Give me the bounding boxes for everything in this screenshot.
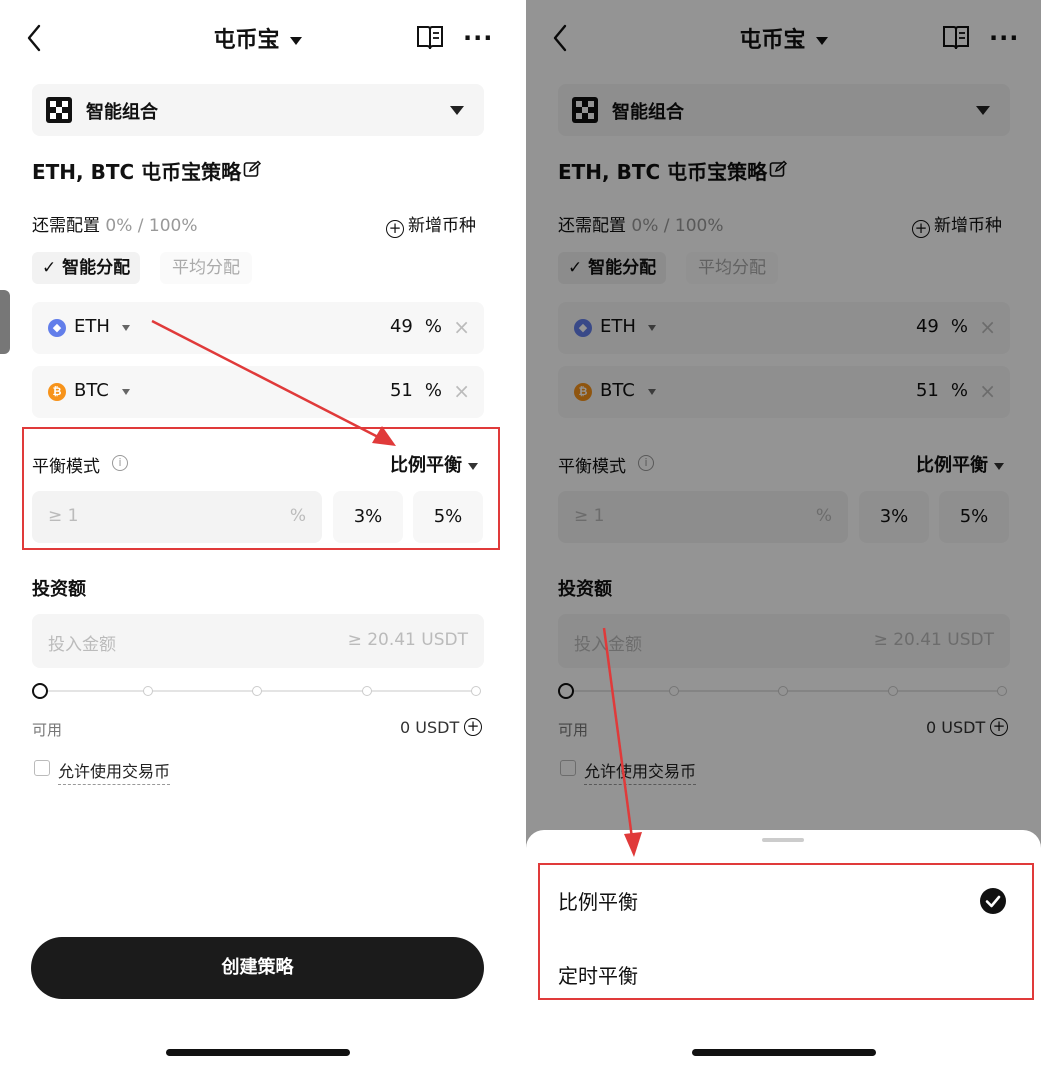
slider-knob[interactable] bbox=[32, 683, 48, 699]
slider-step[interactable] bbox=[252, 686, 262, 696]
average-allocation-tab[interactable]: 平均分配 bbox=[160, 252, 252, 284]
slider-step[interactable] bbox=[362, 686, 372, 696]
threshold-chip-3[interactable]: 3% bbox=[333, 491, 403, 543]
threshold-placeholder: ≥ 1 bbox=[48, 506, 79, 526]
highlight-box bbox=[538, 863, 1034, 1000]
home-indicator bbox=[692, 1049, 876, 1056]
coin-symbol: ETH bbox=[74, 316, 110, 337]
balance-mode-dropdown[interactable]: 比例平衡 bbox=[390, 451, 478, 477]
selector-caret-icon bbox=[450, 106, 464, 115]
title-chevron-down-icon bbox=[289, 37, 302, 45]
slider-step[interactable] bbox=[471, 686, 481, 696]
chevron-down-icon bbox=[468, 462, 478, 470]
selector-label: 智能组合 bbox=[86, 102, 158, 123]
home-indicator bbox=[166, 1049, 350, 1056]
create-strategy-button[interactable]: 创建策略 bbox=[31, 937, 484, 999]
deposit-plus-icon[interactable]: + bbox=[464, 718, 482, 736]
more-icon[interactable]: ··· bbox=[463, 24, 493, 52]
sheet-drag-handle[interactable] bbox=[762, 838, 804, 842]
strategy-name: ETH, BTC 屯币宝策略 bbox=[32, 160, 242, 184]
allow-trade-coin-label[interactable]: 允许使用交易币 bbox=[58, 758, 171, 785]
threshold-chip-5[interactable]: 5% bbox=[413, 491, 483, 543]
available-value: 0 USDT bbox=[400, 718, 460, 737]
add-coin-button[interactable]: + 新增币种 bbox=[386, 211, 476, 238]
threshold-input[interactable]: ≥ 1 % bbox=[32, 491, 322, 543]
smart-allocation-tab[interactable]: ✓ 智能分配 bbox=[32, 252, 141, 284]
available-label: 可用 bbox=[32, 721, 63, 739]
okx-logo-icon bbox=[46, 97, 72, 123]
coin-percent[interactable]: 49% bbox=[352, 316, 442, 337]
info-icon[interactable]: i bbox=[112, 455, 128, 471]
remove-coin-icon[interactable]: × bbox=[453, 379, 470, 403]
allow-trade-coin-checkbox[interactable] bbox=[34, 760, 50, 776]
chevron-down-icon[interactable] bbox=[122, 325, 130, 331]
remove-coin-icon[interactable]: × bbox=[453, 315, 470, 339]
invest-min: ≥ 20.41 USDT bbox=[347, 630, 468, 650]
threshold-unit: % bbox=[289, 506, 306, 526]
coin-row-eth[interactable]: ◆ ETH 49% × bbox=[32, 302, 484, 354]
side-floating-tab[interactable] bbox=[0, 290, 10, 354]
eth-icon: ◆ bbox=[48, 319, 66, 337]
left-screen: 屯币宝 ··· 智能组合 ETH, BTC 屯币宝策略 还需配置 0% / 10… bbox=[0, 0, 515, 1066]
chevron-down-icon[interactable] bbox=[122, 389, 130, 395]
edit-icon[interactable] bbox=[243, 160, 262, 178]
balance-mode-label: 平衡模式 bbox=[32, 457, 100, 477]
coin-row-btc[interactable]: ₿ BTC 51% × bbox=[32, 366, 484, 418]
slider-step[interactable] bbox=[143, 686, 153, 696]
coin-percent[interactable]: 51% bbox=[352, 380, 442, 401]
coin-symbol: BTC bbox=[74, 380, 109, 401]
config-remaining: 还需配置 0% / 100% bbox=[32, 216, 198, 236]
book-icon[interactable] bbox=[415, 22, 445, 52]
right-screen: 屯币宝 ··· 智能组合 ETH, BTC 屯币宝策略 还需配置 0% / 10… bbox=[526, 0, 1041, 1066]
plus-circle-icon: + bbox=[386, 220, 404, 238]
invest-label: 投资额 bbox=[32, 579, 86, 600]
strategy-type-selector[interactable]: 智能组合 bbox=[32, 84, 484, 136]
btc-icon: ₿ bbox=[48, 383, 66, 401]
invest-amount-input[interactable]: 投入金额 ≥ 20.41 USDT bbox=[32, 614, 484, 668]
invest-placeholder: 投入金额 bbox=[48, 635, 116, 655]
